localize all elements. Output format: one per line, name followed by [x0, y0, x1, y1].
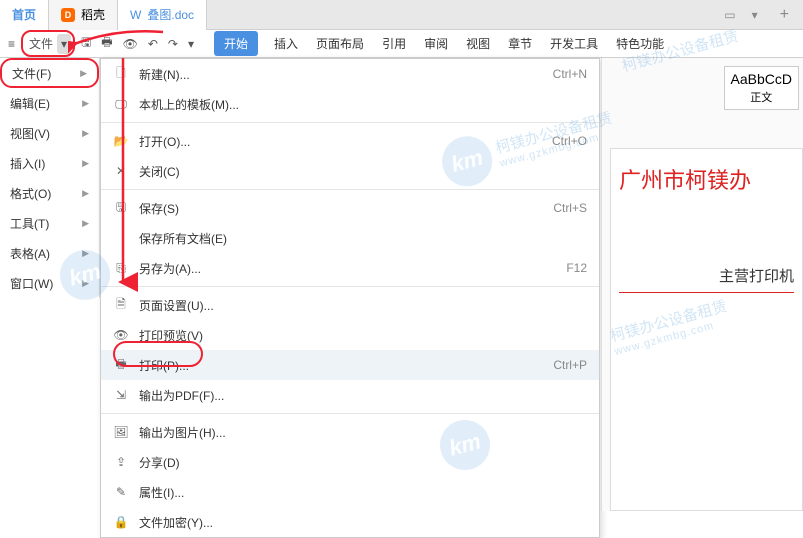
menu-open[interactable]: 📂打开(O)...Ctrl+O: [101, 126, 599, 156]
undo-icon[interactable]: ↶: [144, 34, 162, 54]
tab-menu-icon[interactable]: ▾: [744, 8, 766, 22]
document-area: AaBbCcD 正文 广州市柯镁办 主营打印机: [601, 58, 803, 511]
chevron-down-icon[interactable]: ▾: [184, 34, 198, 54]
ribbon-tab-special[interactable]: 特色功能: [614, 31, 666, 56]
side-item-format[interactable]: 格式(O)▶: [0, 178, 99, 208]
style-name-label: 正文: [731, 89, 792, 105]
preview-icon[interactable]: 👁: [119, 34, 142, 54]
close-icon: ✕: [113, 164, 129, 178]
doc-title-text: 广州市柯镁办: [619, 163, 794, 195]
side-item-tools[interactable]: 工具(T)▶: [0, 208, 99, 238]
side-item-window[interactable]: 窗口(W)▶: [0, 268, 99, 298]
ribbon-tab-chapter[interactable]: 章节: [506, 31, 534, 56]
chevron-right-icon: ▶: [82, 188, 89, 199]
file-dropdown-icon[interactable]: ▾: [57, 34, 71, 54]
ribbon-tab-view[interactable]: 视图: [464, 31, 492, 56]
tab-home[interactable]: 首页: [0, 0, 49, 30]
tab-home-label: 首页: [12, 6, 36, 23]
redo-icon[interactable]: ↷: [164, 34, 182, 54]
share-icon: ⇪: [113, 455, 129, 469]
chevron-right-icon: ▶: [82, 218, 89, 229]
menu-close[interactable]: ✕关闭(C): [101, 156, 599, 186]
lock-icon: 🔒: [113, 515, 129, 529]
new-icon: 🗋: [113, 64, 129, 85]
pdf-icon: ⇲: [113, 388, 129, 402]
window-tabs: 首页 D 稻壳 W 叠图.doc ▭ ▾ +: [0, 0, 803, 30]
image-icon: 🖼: [113, 425, 129, 439]
file-button[interactable]: 文件: [25, 32, 57, 55]
ribbon-tab-dev[interactable]: 开发工具: [548, 31, 600, 56]
menu-export-pdf[interactable]: ⇲输出为PDF(F)...: [101, 380, 599, 410]
print-icon[interactable]: 🖶: [97, 30, 116, 57]
tab-document[interactable]: W 叠图.doc: [118, 0, 207, 30]
side-item-edit[interactable]: 编辑(E)▶: [0, 88, 99, 118]
menu-save[interactable]: 🖫保存(S)Ctrl+S: [101, 193, 599, 223]
menu-icon[interactable]: ≡: [4, 34, 19, 54]
side-item-table[interactable]: 表格(A)▶: [0, 238, 99, 268]
menu-local-template[interactable]: 🖵本机上的模板(M)...: [101, 89, 599, 119]
ribbon-tab-insert[interactable]: 插入: [272, 31, 300, 56]
preview-icon: 👁: [113, 328, 129, 342]
chevron-right-icon: ▶: [80, 68, 87, 79]
save-icon: 🖫: [113, 198, 129, 219]
add-tab-button[interactable]: +: [766, 6, 803, 24]
menu-page-setup[interactable]: 🗎页面设置(U)...: [101, 290, 599, 320]
menu-save-as[interactable]: ⎘另存为(A)...F12: [101, 253, 599, 283]
window-mode-icon[interactable]: ▭: [716, 8, 743, 22]
side-menu: 文件(F)▶ 编辑(E)▶ 视图(V)▶ 插入(I)▶ 格式(O)▶ 工具(T)…: [0, 58, 100, 298]
chevron-right-icon: ▶: [82, 128, 89, 139]
ribbon-tab-review[interactable]: 审阅: [422, 31, 450, 56]
ribbon-tab-start[interactable]: 开始: [214, 31, 258, 56]
word-doc-icon: W: [130, 8, 141, 22]
side-item-view[interactable]: 视图(V)▶: [0, 118, 99, 148]
menu-print[interactable]: 🖶打印(P)...Ctrl+P: [101, 350, 599, 380]
chevron-right-icon: ▶: [82, 248, 89, 259]
menu-properties[interactable]: ✎属性(I)...: [101, 477, 599, 507]
side-item-file[interactable]: 文件(F)▶: [0, 58, 99, 88]
file-dropdown-menu: 🗋新建(N)...Ctrl+N 🖵本机上的模板(M)... 📂打开(O)...C…: [100, 58, 600, 538]
chevron-right-icon: ▶: [82, 98, 89, 109]
menu-save-all[interactable]: 保存所有文档(E): [101, 223, 599, 253]
side-item-insert[interactable]: 插入(I)▶: [0, 148, 99, 178]
document-page[interactable]: 广州市柯镁办 主营打印机: [610, 148, 803, 511]
save-icon[interactable]: 🖫: [77, 30, 95, 57]
ribbon-tab-layout[interactable]: 页面布局: [314, 31, 366, 56]
doke-icon: D: [61, 8, 75, 22]
save-as-icon: ⎘: [113, 261, 129, 276]
ribbon-tab-reference[interactable]: 引用: [380, 31, 408, 56]
tab-doke[interactable]: D 稻壳: [49, 0, 118, 30]
quick-toolbar: ≡ 文件 ▾ 🖫 🖶 👁 ↶ ↷ ▾ 开始 插入 页面布局 引用 审阅 视图 章…: [0, 30, 803, 58]
tab-doc-label: 叠图.doc: [147, 6, 194, 23]
menu-print-preview[interactable]: 👁打印预览(V): [101, 320, 599, 350]
page-setup-icon: 🗎: [113, 295, 129, 316]
menu-share[interactable]: ⇪分享(D): [101, 447, 599, 477]
chevron-right-icon: ▶: [82, 158, 89, 169]
folder-open-icon: 📂: [113, 134, 129, 148]
menu-encrypt[interactable]: 🔒文件加密(Y)...: [101, 507, 599, 537]
tab-doke-label: 稻壳: [81, 6, 105, 23]
chevron-right-icon: ▶: [82, 278, 89, 289]
printer-icon: 🖶: [113, 355, 129, 376]
doc-subtitle-text: 主营打印机: [619, 265, 794, 286]
style-sample-text: AaBbCcD: [731, 71, 792, 87]
style-gallery-item[interactable]: AaBbCcD 正文: [724, 66, 799, 110]
menu-new[interactable]: 🗋新建(N)...Ctrl+N: [101, 59, 599, 89]
template-icon: 🖵: [113, 97, 129, 112]
menu-export-image[interactable]: 🖼输出为图片(H)...: [101, 417, 599, 447]
doc-divider: [619, 292, 794, 293]
ribbon-tabs: 开始 插入 页面布局 引用 审阅 视图 章节 开发工具 特色功能: [214, 31, 666, 56]
properties-icon: ✎: [113, 485, 129, 499]
